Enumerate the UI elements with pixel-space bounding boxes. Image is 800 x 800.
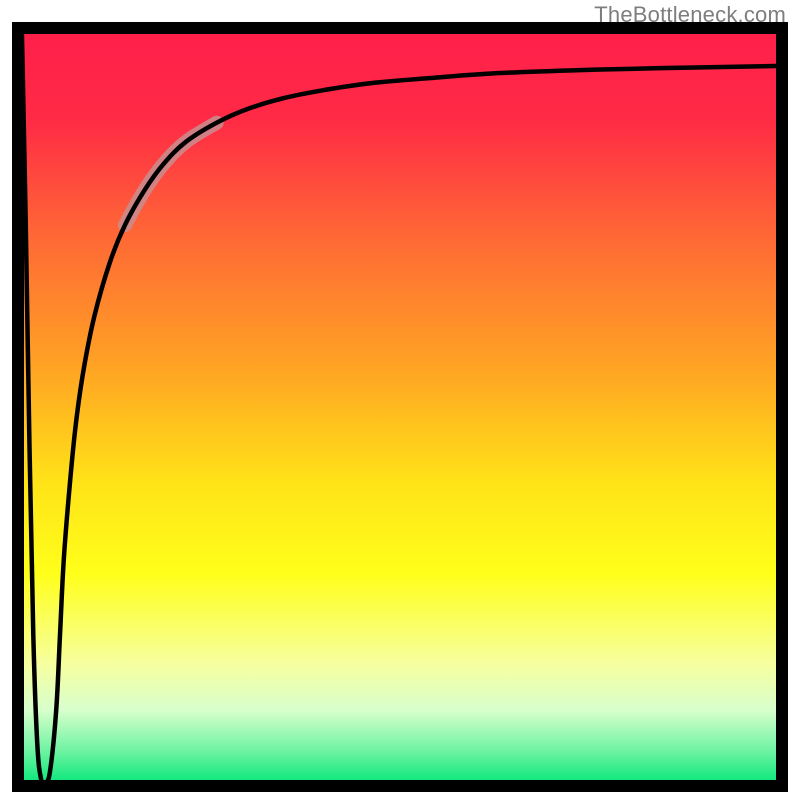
chart-svg [0, 0, 800, 800]
gradient-background [18, 28, 782, 786]
chart-stage: TheBottleneck.com [0, 0, 800, 800]
